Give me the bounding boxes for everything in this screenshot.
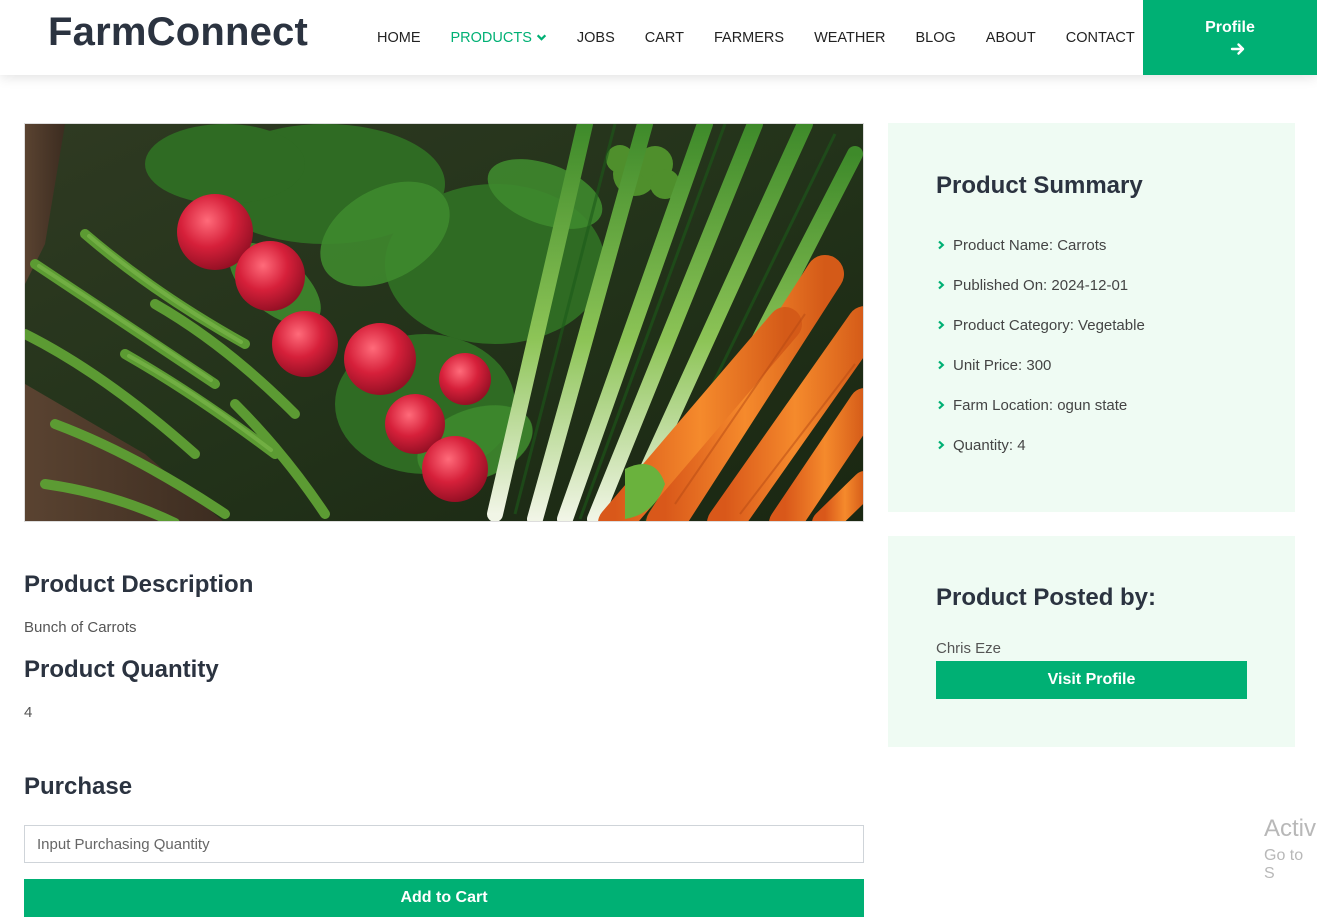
profile-button-label: Profile [1205, 18, 1255, 36]
arrow-right-icon [1230, 42, 1245, 55]
chevron-right-icon [938, 320, 945, 330]
nav-home-label: HOME [377, 29, 421, 46]
product-image [24, 123, 864, 522]
nav-jobs[interactable]: JOBS [562, 30, 630, 46]
purchase-title: Purchase [24, 773, 133, 800]
site-header: FarmConnect HOME PRODUCTS JOBS CART FARM… [0, 0, 1317, 75]
vegetables-illustration [25, 124, 863, 521]
summary-item: Product Name: Carrots [936, 225, 1145, 265]
nav-blog-label: BLOG [915, 29, 956, 46]
nav-blog[interactable]: BLOG [901, 30, 971, 46]
product-summary-card: Product Summary Product Name: Carrots Pu… [888, 123, 1295, 512]
description-text: Bunch of Carrots [24, 619, 137, 636]
summary-item: Farm Location: ogun state [936, 385, 1145, 425]
poster-name: Chris Eze [936, 640, 1002, 657]
summary-item: Product Category: Vegetable [936, 305, 1145, 345]
summary-item-text: Product Category: Vegetable [953, 316, 1145, 334]
nav-farmers[interactable]: FARMERS [699, 30, 799, 46]
add-to-cart-button[interactable]: Add to Cart [24, 879, 864, 917]
watermark-line2: Go to S [1264, 847, 1304, 882]
nav-cart[interactable]: CART [630, 30, 699, 46]
activation-watermark: Activ Go to S [1264, 815, 1317, 883]
posted-by-title: Product Posted by: [936, 584, 1157, 611]
nav-home[interactable]: HOME [362, 30, 436, 46]
product-poster-card: Product Posted by: Chris Eze Visit Profi… [888, 536, 1295, 747]
summary-item-text: Published On: 2024-12-01 [953, 276, 1129, 294]
nav-weather[interactable]: WEATHER [799, 30, 900, 46]
summary-item: Quantity: 4 [936, 425, 1145, 465]
chevron-down-icon [536, 34, 547, 41]
summary-item-text: Quantity: 4 [953, 436, 1026, 454]
nav-products[interactable]: PRODUCTS [436, 30, 562, 46]
chevron-right-icon [938, 240, 945, 250]
chevron-right-icon [938, 360, 945, 370]
nav-farmers-label: FARMERS [713, 29, 785, 46]
nav-jobs-label: JOBS [576, 29, 615, 46]
nav-contact-label: CONTACT [1065, 29, 1135, 46]
chevron-right-icon [938, 400, 945, 410]
quantity-title: Product Quantity [24, 656, 219, 683]
description-title: Product Description [24, 571, 254, 598]
nav-cart-label: CART [644, 29, 684, 46]
summary-item: Unit Price: 300 [936, 345, 1145, 385]
nav-products-label: PRODUCTS [450, 29, 532, 46]
chevron-right-icon [938, 280, 945, 290]
nav-weather-label: WEATHER [814, 29, 886, 46]
summary-item-text: Unit Price: 300 [953, 356, 1052, 374]
chevron-right-icon [938, 440, 945, 450]
nav-about-label: ABOUT [985, 29, 1036, 46]
profile-button[interactable]: Profile [1143, 0, 1317, 75]
summary-item: Published On: 2024-12-01 [936, 265, 1145, 305]
summary-list: Product Name: Carrots Published On: 2024… [936, 225, 1145, 465]
nav-contact[interactable]: CONTACT [1051, 30, 1150, 46]
brand-logo[interactable]: FarmConnect [48, 10, 308, 55]
summary-title: Product Summary [936, 172, 1143, 199]
summary-item-text: Farm Location: ogun state [953, 396, 1128, 414]
watermark-line1: Activ [1264, 815, 1317, 842]
main-nav: HOME PRODUCTS JOBS CART FARMERS WEATHER … [362, 0, 1150, 75]
quantity-value: 4 [24, 704, 33, 721]
visit-profile-button[interactable]: Visit Profile [936, 661, 1247, 699]
purchase-quantity-input[interactable] [24, 825, 864, 863]
nav-about[interactable]: ABOUT [971, 30, 1051, 46]
summary-item-text: Product Name: Carrots [953, 236, 1107, 254]
